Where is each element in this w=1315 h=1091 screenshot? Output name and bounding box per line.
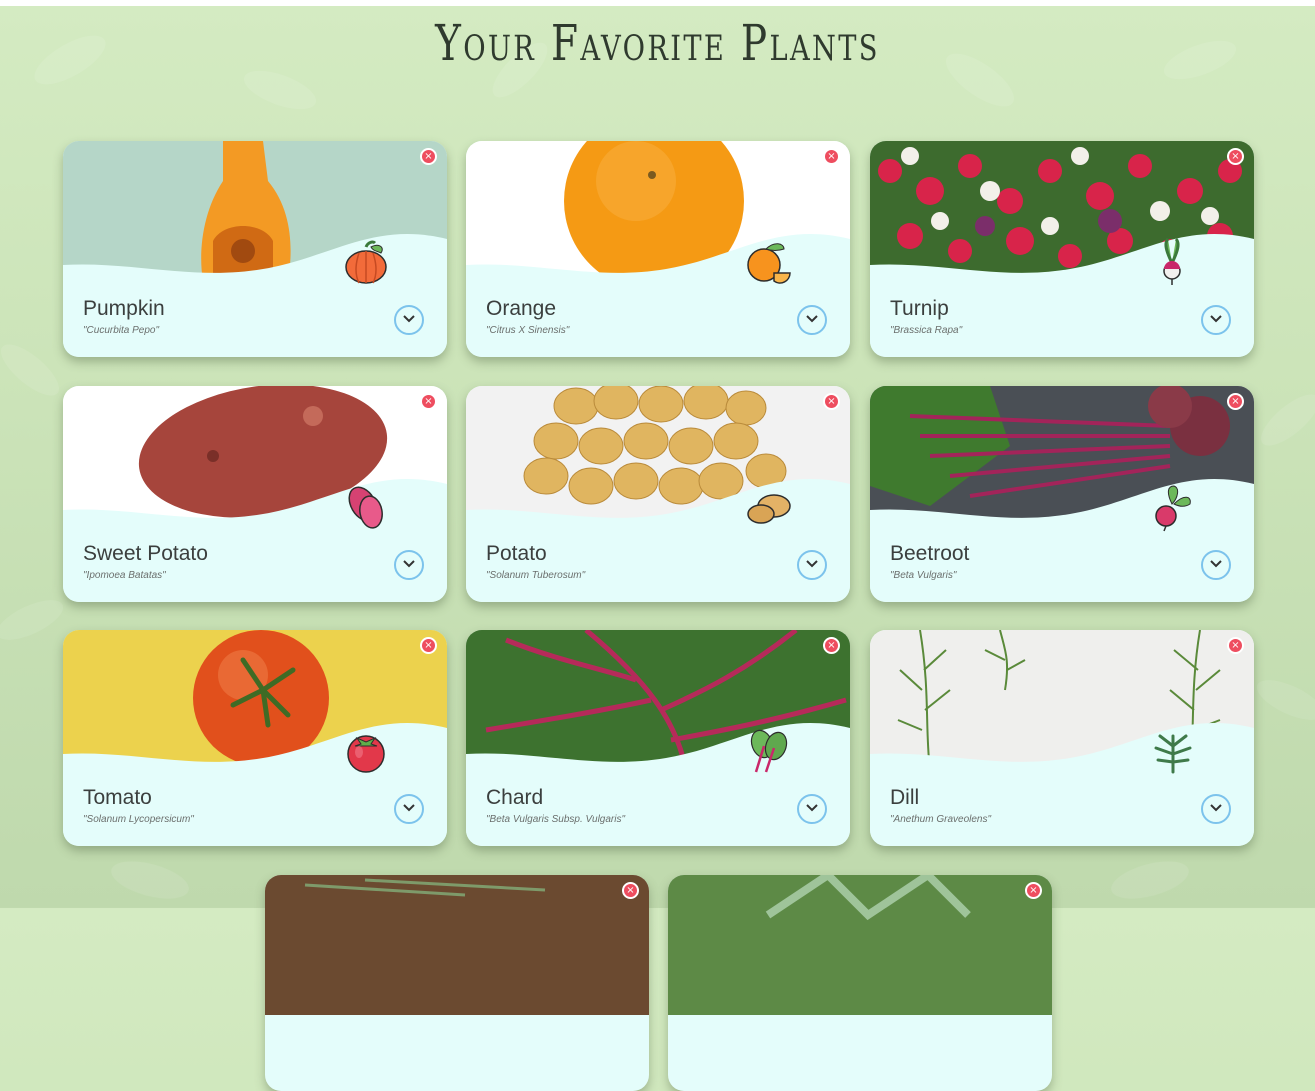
remove-button[interactable]: × bbox=[420, 393, 437, 410]
chevron-down-icon bbox=[403, 560, 415, 568]
plant-name: Beetroot bbox=[890, 542, 970, 565]
expand-button[interactable] bbox=[394, 550, 424, 580]
remove-button[interactable]: × bbox=[420, 148, 437, 165]
remove-button[interactable]: × bbox=[1227, 148, 1244, 165]
plant-name: Orange bbox=[486, 297, 557, 320]
remove-button[interactable]: × bbox=[622, 882, 639, 899]
rosemary-photo bbox=[265, 875, 649, 1015]
beetroot-icon bbox=[1155, 485, 1191, 532]
remove-button[interactable]: × bbox=[1227, 393, 1244, 410]
remove-button[interactable]: × bbox=[1227, 637, 1244, 654]
plant-scientific-name: "Ipomoea Batatas" bbox=[83, 570, 166, 581]
plant-scientific-name: "Solanum Tuberosum" bbox=[486, 570, 586, 581]
plant-scientific-name: "Anethum Graveolens" bbox=[890, 814, 992, 825]
expand-button[interactable] bbox=[1201, 550, 1231, 580]
plant-card: × Sweet Potato "Ipomoea Batatas" bbox=[63, 386, 447, 602]
expand-button[interactable] bbox=[394, 794, 424, 824]
remove-button[interactable]: × bbox=[823, 148, 840, 165]
plant-scientific-name: "Beta Vulgaris Subsp. Vulgaris" bbox=[486, 814, 626, 825]
remove-button[interactable]: × bbox=[823, 637, 840, 654]
plant-name: Pumpkin bbox=[83, 297, 165, 320]
plant-card: × Chard "Beta Vulgaris Subsp. Vulgaris" bbox=[466, 630, 850, 846]
plant-scientific-name: "Citrus X Sinensis" bbox=[486, 325, 570, 336]
plant-name: Chard bbox=[486, 786, 544, 809]
remove-button[interactable]: × bbox=[1025, 882, 1042, 899]
chevron-down-icon bbox=[1210, 560, 1222, 568]
chevron-down-icon bbox=[403, 804, 415, 812]
pumpkin-icon bbox=[345, 240, 387, 284]
plant-card: × Tomato "Solanum Lycopersicum" bbox=[63, 630, 447, 846]
plant-card: × bbox=[668, 875, 1052, 1091]
chevron-down-icon bbox=[1210, 315, 1222, 323]
page-title: Your Favorite Plants bbox=[435, 14, 880, 72]
potato-icon bbox=[747, 494, 791, 524]
plant-card: × Turnip "Brassica Rapa" bbox=[870, 141, 1254, 357]
chevron-down-icon bbox=[806, 804, 818, 812]
plant-card: × Potato "Solanum Tuberosum" bbox=[466, 386, 850, 602]
orange-icon bbox=[747, 243, 791, 284]
plant-card: × Pumpkin "Cucurbita Pepo" bbox=[63, 141, 447, 357]
expand-button[interactable] bbox=[1201, 305, 1231, 335]
expand-button[interactable] bbox=[797, 305, 827, 335]
remove-button[interactable]: × bbox=[420, 637, 437, 654]
chevron-down-icon bbox=[1210, 804, 1222, 812]
plant-card: × Orange "Citrus X Sinensis" bbox=[466, 141, 850, 357]
plant-name: Turnip bbox=[890, 297, 949, 320]
turnip-icon bbox=[1163, 237, 1181, 285]
expand-button[interactable] bbox=[394, 305, 424, 335]
plant-scientific-name: "Cucurbita Pepo" bbox=[83, 325, 160, 336]
plant-name: Dill bbox=[890, 786, 920, 809]
expand-button[interactable] bbox=[797, 550, 827, 580]
chevron-down-icon bbox=[403, 315, 415, 323]
plant-scientific-name: "Beta Vulgaris" bbox=[890, 570, 957, 581]
expand-button[interactable] bbox=[1201, 794, 1231, 824]
tomato-icon bbox=[347, 735, 385, 773]
plant-scientific-name: "Brassica Rapa" bbox=[890, 325, 963, 336]
plant-card: × bbox=[265, 875, 649, 1091]
plant-name: Potato bbox=[486, 542, 547, 565]
aloe-photo bbox=[668, 875, 1052, 1015]
remove-button[interactable]: × bbox=[823, 393, 840, 410]
plant-card: × Dill "Anethum Graveolens" bbox=[870, 630, 1254, 846]
chevron-down-icon bbox=[806, 560, 818, 568]
sweet-potato-icon bbox=[348, 486, 383, 529]
chard-icon bbox=[750, 729, 788, 773]
plant-name: Sweet Potato bbox=[83, 542, 208, 565]
dill-icon bbox=[1154, 734, 1192, 774]
plant-card: × Beetroot "Beta Vulgaris" bbox=[870, 386, 1254, 602]
plant-scientific-name: "Solanum Lycopersicum" bbox=[83, 814, 194, 825]
plant-name: Tomato bbox=[83, 786, 152, 809]
chevron-down-icon bbox=[806, 315, 818, 323]
expand-button[interactable] bbox=[797, 794, 827, 824]
top-bar bbox=[0, 0, 1315, 6]
